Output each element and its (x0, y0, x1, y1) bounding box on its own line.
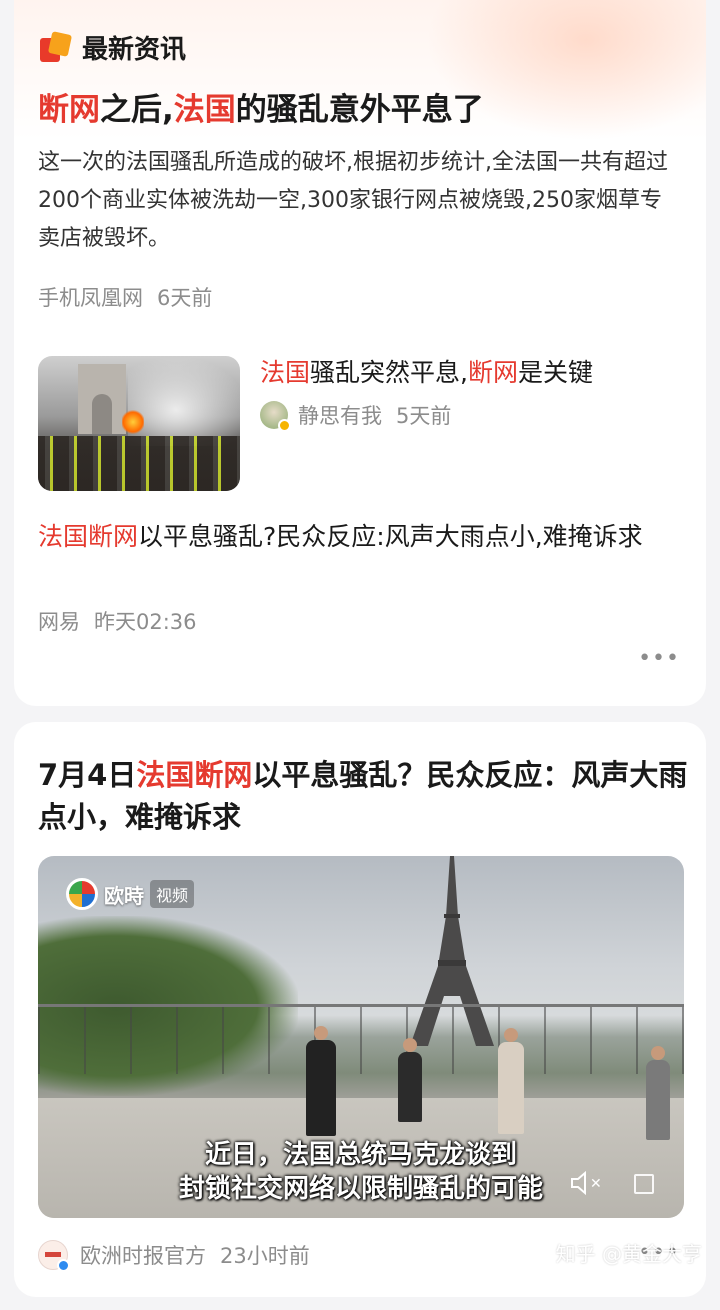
fullscreen-icon[interactable] (634, 1174, 654, 1194)
lead-time: 6天前 (157, 286, 213, 310)
railing (38, 1004, 684, 1074)
title-text: 7月4日 (38, 758, 137, 792)
lead-source: 手机凤凰网 (38, 286, 143, 310)
news-item-source: 网易 (38, 610, 80, 634)
title-text: 骚乱突然平息, (310, 358, 468, 387)
verified-badge-icon (278, 419, 291, 432)
brand-name: 欧時 (104, 883, 144, 908)
lead-summary[interactable]: 这一次的法国骚乱所造成的破坏,根据初步统计,全法国一共有超过200个商业实体被洗… (38, 144, 678, 258)
section-header: 最新资讯 (38, 28, 186, 66)
brand-logo-icon (66, 878, 98, 910)
video-brand: 欧時 视频 (66, 878, 195, 910)
title-text: 之后, (100, 92, 174, 128)
related-author[interactable]: 静思有我 (298, 400, 382, 430)
title-text: 以平息骚乱?民众反应:风声大雨点小,难掩诉求 (138, 522, 643, 551)
section-title: 最新资讯 (82, 34, 187, 65)
mute-icon[interactable]: ✕ (570, 1170, 604, 1196)
related-time: 5天前 (396, 404, 452, 428)
video-card: 7月4日法国断网以平息骚乱？民众反应：风声大雨点小，难掩诉求 欧時 视频 近日，… (14, 722, 706, 1297)
avatar[interactable] (38, 1240, 70, 1272)
lead-headline[interactable]: 断网之后,法国的骚乱意外平息了 (38, 88, 484, 132)
news-card: 最新资讯 断网之后,法国的骚乱意外平息了 这一次的法国骚乱所造成的破坏,根据初步… (14, 0, 706, 706)
news-logo-icon (38, 30, 73, 64)
video-subtitle-line-1: 近日，法国总统马克龙谈到 (204, 1140, 517, 1170)
brand-tag: 视频 (150, 880, 195, 908)
child-figure (646, 1046, 670, 1140)
mute-x-glyph: ✕ (590, 1176, 602, 1192)
news-item-title[interactable]: 法国断网以平息骚乱?民众反应:风声大雨点小,难掩诉求 (38, 518, 678, 556)
lead-meta: 手机凤凰网 6天前 (38, 282, 212, 312)
violinist-figure (306, 1026, 336, 1136)
title-text: 是关键 (517, 358, 593, 387)
person-figure (398, 1038, 422, 1122)
video-player[interactable]: 欧時 视频 近日，法国总统马克龙谈到 封锁社交网络以限制骚乱的可能 ✕ (38, 856, 684, 1218)
video-author[interactable]: 欧洲时报官方 (80, 1240, 206, 1270)
avatar[interactable] (260, 401, 291, 432)
title-text: 的骚乱意外平息了 (235, 92, 484, 128)
highlight-keyword: 法国断网 (38, 522, 139, 551)
related-meta: 静思有我 5天前 (260, 400, 452, 432)
watermark: 知乎 @黄金大亨 (555, 1242, 702, 1266)
highlight-keyword: 断网 (38, 92, 100, 128)
video-time: 23小时前 (220, 1244, 310, 1268)
highlight-keyword: 法国 (173, 92, 236, 128)
person-figure (498, 1028, 524, 1134)
highlight-keyword: 法国 (260, 358, 311, 387)
news-item-time: 昨天02:36 (94, 610, 197, 634)
video-meta: 欧洲时报官方 23小时前 (38, 1240, 310, 1272)
highlight-keyword: 断网 (467, 358, 518, 387)
more-options-icon[interactable]: ••• (638, 646, 680, 671)
verified-badge-icon (57, 1259, 70, 1272)
video-title[interactable]: 7月4日法国断网以平息骚乱？民众反应：风声大雨点小，难掩诉求 (38, 754, 688, 838)
related-thumbnail[interactable] (38, 356, 240, 491)
highlight-keyword: 法国断网 (136, 758, 253, 792)
news-item-meta: 网易 昨天02:36 (38, 606, 197, 636)
related-title[interactable]: 法国骚乱突然平息,断网是关键 (260, 354, 593, 392)
